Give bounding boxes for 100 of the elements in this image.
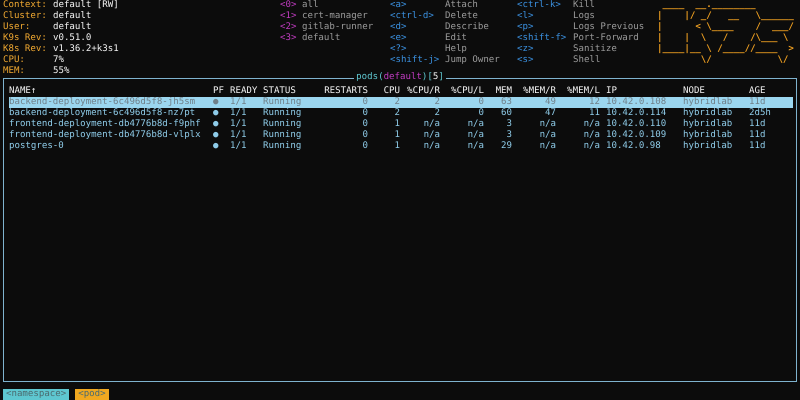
info-value: v0.51.0 bbox=[53, 33, 92, 44]
table-cell-text: 1/1 bbox=[230, 97, 248, 108]
table-row[interactable]: frontend-deployment-db4776b8d-vlplx ● 1/1 Running 0 1 n/a n/a 3 n/a n/a 10.42.0.109 hybridlab 11d bbox=[9, 130, 793, 141]
info-value: v1.36.2+k3s1 bbox=[53, 44, 120, 55]
column-header[interactable]: RESTARTS bbox=[323, 86, 368, 97]
table-cell-text: n/a bbox=[538, 119, 556, 130]
table-row[interactable]: frontend-deployment-db4776b8d-f9phf ● 1/1 Running 0 1 n/a n/a 3 n/a n/a 10.42.0.110 hybridlab 11d bbox=[9, 119, 793, 130]
column-header[interactable]: NAME↑ bbox=[9, 86, 213, 97]
table-cell-text: hybridlab bbox=[683, 97, 734, 108]
table-cell-text: 2 bbox=[434, 97, 440, 108]
namespace-key: <2> bbox=[280, 22, 302, 33]
info-label: K9s Rev: bbox=[3, 33, 48, 44]
table-cell-text: frontend-deployment-db4776b8d-f9phf bbox=[9, 119, 202, 130]
info-label: MEM: bbox=[3, 66, 26, 77]
column-header[interactable]: NODE bbox=[683, 86, 749, 97]
table-cell-text: n/a bbox=[466, 130, 484, 141]
table-cell-text: Running bbox=[263, 97, 302, 108]
table-cell-text: backend-deployment-6c496d5f8-jh5sm bbox=[9, 97, 196, 108]
namespace-name[interactable]: default bbox=[302, 33, 390, 44]
namespace-key: <1> bbox=[280, 11, 302, 22]
info-label: Context: bbox=[3, 0, 48, 11]
shortcut-action[interactable]: Port-Forward bbox=[573, 33, 657, 44]
column-header[interactable]: IP bbox=[606, 86, 683, 97]
table-cell-text: 11d bbox=[749, 119, 766, 130]
column-header[interactable]: MEM bbox=[484, 86, 512, 97]
column-header[interactable]: %CPU/L bbox=[440, 86, 484, 97]
table-cell-text: 0 bbox=[362, 97, 368, 108]
column-header[interactable]: %MEM/L bbox=[556, 86, 600, 97]
shortcut-key: <p> bbox=[517, 22, 573, 33]
ascii-logo: ____ __.________ | |/ _/ __ \______ | < \____ / ___/ | | \ / /\___ \ |____|__ \ /____//____ > \/ \/ bbox=[657, 0, 794, 67]
table-cell-text: ● bbox=[213, 108, 220, 119]
column-header[interactable]: STATUS bbox=[263, 86, 323, 97]
shortcut-action[interactable]: Kill bbox=[573, 0, 657, 11]
table-cell-text: ● bbox=[213, 97, 220, 108]
table-cell-text: 29 bbox=[500, 141, 512, 152]
shortcut-action[interactable]: Logs Previous bbox=[573, 22, 657, 33]
table-row[interactable]: postgres-0 ● 1/1 Running 0 1 n/a n/a 29 n/a n/a 10.42.0.98 hybridlab 11d bbox=[9, 141, 793, 152]
shortcut-action[interactable]: Attach bbox=[445, 0, 517, 11]
column-header[interactable]: AGE bbox=[749, 86, 789, 97]
shortcut-key: <e> bbox=[390, 33, 445, 44]
table-cell-text: n/a bbox=[466, 119, 484, 130]
shortcut-action[interactable]: Shell bbox=[573, 55, 657, 66]
table-cell-text: 47 bbox=[544, 108, 556, 119]
table-cell-text: n/a bbox=[582, 119, 600, 130]
shortcut-action[interactable]: Help bbox=[445, 44, 517, 55]
table-cell-text: 0 bbox=[362, 119, 368, 130]
table-cell-text: 2 bbox=[394, 97, 400, 108]
table-row[interactable]: backend-deployment-6c496d5f8-nz7pt ● 1/1 Running 0 2 2 0 60 47 11 10.42.0.114 hybridlab 2d5h bbox=[9, 108, 793, 119]
shortcut-key: <d> bbox=[390, 22, 445, 33]
column-header[interactable]: %CPU/R bbox=[400, 86, 440, 97]
table-cell-text: 11d bbox=[749, 130, 766, 141]
namespace-name[interactable]: gitlab-runner bbox=[302, 22, 390, 33]
table-cell-text: n/a bbox=[538, 141, 556, 152]
table-cell-text: 1/1 bbox=[230, 130, 248, 141]
shortcut-key: <l> bbox=[517, 11, 573, 22]
shortcut-key: <ctrl-d> bbox=[390, 11, 445, 22]
table-cell-text: 0 bbox=[478, 97, 484, 108]
shortcut-action[interactable]: Jump Owner bbox=[445, 55, 517, 66]
table-cell-text: 10.42.0.98 bbox=[606, 141, 662, 152]
table-cell-text: 1 bbox=[394, 119, 400, 130]
table-cell-text: ● bbox=[213, 130, 220, 141]
table-cell-text: 11d bbox=[749, 97, 766, 108]
shortcut-key: <?> bbox=[390, 44, 445, 55]
namespace-key: <3> bbox=[280, 33, 302, 44]
namespace-name[interactable]: all bbox=[302, 0, 390, 11]
info-value: default bbox=[53, 11, 92, 22]
column-header[interactable]: %MEM/R bbox=[512, 86, 556, 97]
table-cell-text: 60 bbox=[500, 108, 512, 119]
table-cell-text: ● bbox=[213, 119, 220, 130]
shortcut-action[interactable]: Sanitize bbox=[573, 44, 657, 55]
table-cell-text: n/a bbox=[582, 130, 600, 141]
shortcut-key: <shift-f> bbox=[517, 33, 573, 44]
info-value: default bbox=[53, 22, 92, 33]
table-cell-text: 0 bbox=[478, 108, 484, 119]
info-label: K8s Rev: bbox=[3, 44, 48, 55]
table-cell-text: hybridlab bbox=[683, 130, 734, 141]
table-cell-text: 12 bbox=[588, 97, 600, 108]
namespace-key: <0> bbox=[280, 0, 302, 11]
table-cell-text: 2d5h bbox=[749, 108, 772, 119]
column-header[interactable]: READY bbox=[230, 86, 263, 97]
column-header[interactable]: PF bbox=[213, 86, 230, 97]
table-cell-text: 63 bbox=[500, 97, 512, 108]
table-cell-text: 2 bbox=[434, 108, 440, 119]
table-title: pods(default)[5] bbox=[354, 72, 446, 83]
table-cell-text: 11 bbox=[588, 108, 600, 119]
table-cell-text: 2 bbox=[394, 108, 400, 119]
table-cell-text: n/a bbox=[422, 141, 440, 152]
shortcut-action[interactable]: Logs bbox=[573, 11, 657, 22]
column-header[interactable]: CPU bbox=[368, 86, 400, 97]
info-label: Cluster: bbox=[3, 11, 48, 22]
shortcut-key: <z> bbox=[517, 44, 573, 55]
shortcut-action[interactable]: Delete bbox=[445, 11, 517, 22]
namespace-name[interactable]: cert-manager bbox=[302, 11, 390, 22]
table-cell-text: 0 bbox=[362, 130, 368, 141]
shortcut-action[interactable]: Describe bbox=[445, 22, 517, 33]
shortcut-key: <s> bbox=[517, 55, 573, 66]
shortcut-action[interactable]: Edit bbox=[445, 33, 517, 44]
table-cell-text: 1 bbox=[394, 141, 400, 152]
table-cell-text: n/a bbox=[422, 130, 440, 141]
table-cell-text: 49 bbox=[544, 97, 556, 108]
